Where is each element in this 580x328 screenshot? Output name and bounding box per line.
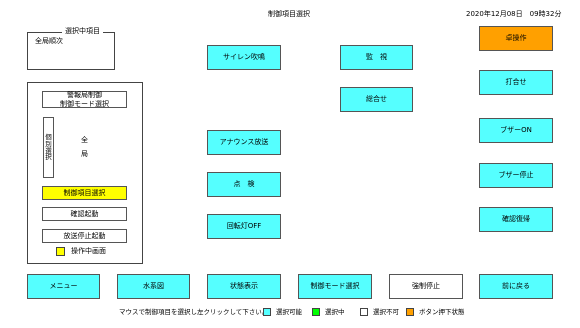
broadcast-stop-start-button[interactable]: 放送停止起動 <box>42 229 127 243</box>
mode-select-button[interactable]: 警報局制御 制御モード選択 <box>42 91 127 108</box>
individual-select-button[interactable]: 個 別 選 択 <box>43 117 54 178</box>
selected-item-value: 全局順次 <box>35 37 63 45</box>
monitor-button[interactable]: 監 視 <box>340 45 413 70</box>
menu-button[interactable]: メニュー <box>27 274 100 299</box>
forced-stop-button[interactable]: 強制停止 <box>389 274 463 299</box>
confirm-start-button[interactable]: 確認起動 <box>42 207 127 221</box>
status-display-button[interactable]: 状態表示 <box>207 274 281 299</box>
legend-selectable-swatch <box>263 308 271 316</box>
announce-button[interactable]: アナウンス放送 <box>207 130 281 155</box>
buzzer-on-button[interactable]: ブザーON <box>479 118 553 143</box>
alignment-button[interactable]: 総合せ <box>340 87 413 112</box>
inspection-button[interactable]: 点 検 <box>207 172 281 197</box>
item-select-button[interactable]: 制御項目選択 <box>42 186 127 200</box>
all-stations-label: 全 局 <box>81 136 88 158</box>
legend-unavailable-swatch <box>360 308 368 316</box>
operating-screen-label: 操作中画面 <box>71 247 106 255</box>
legend-unavailable-label: 選択不可 <box>373 308 399 316</box>
legend-selected-swatch <box>312 308 320 316</box>
rotating-light-off-button[interactable]: 回転灯OFF <box>207 214 281 239</box>
instruction-text: マウスで制御項目を選択し左クリックして下さい。 <box>119 308 269 316</box>
meeting-button[interactable]: 打合せ <box>479 70 553 95</box>
buzzer-stop-button[interactable]: ブザー停止 <box>479 163 553 188</box>
control-mode-select-button[interactable]: 制御モード選択 <box>298 274 372 299</box>
legend-pressed-label: ボタン押下状態 <box>419 308 465 316</box>
datetime-display: 2020年12月08日 09時32分 <box>466 10 562 18</box>
selected-item-legend: 選択中項目 <box>62 28 103 35</box>
back-button[interactable]: 前に戻る <box>479 274 553 299</box>
desk-operation-button[interactable]: 卓操作 <box>479 26 553 51</box>
legend-selectable-label: 選択可能 <box>276 308 302 316</box>
siren-button[interactable]: サイレン吹鳴 <box>207 45 281 70</box>
legend-selected-label: 選択中 <box>325 308 345 316</box>
page-title: 制御項目選択 <box>268 10 310 18</box>
water-system-button[interactable]: 水系図 <box>117 274 190 299</box>
confirm-restore-button[interactable]: 確認復帰 <box>479 207 553 232</box>
legend-pressed-swatch <box>406 308 414 316</box>
operating-screen-swatch <box>56 247 65 256</box>
